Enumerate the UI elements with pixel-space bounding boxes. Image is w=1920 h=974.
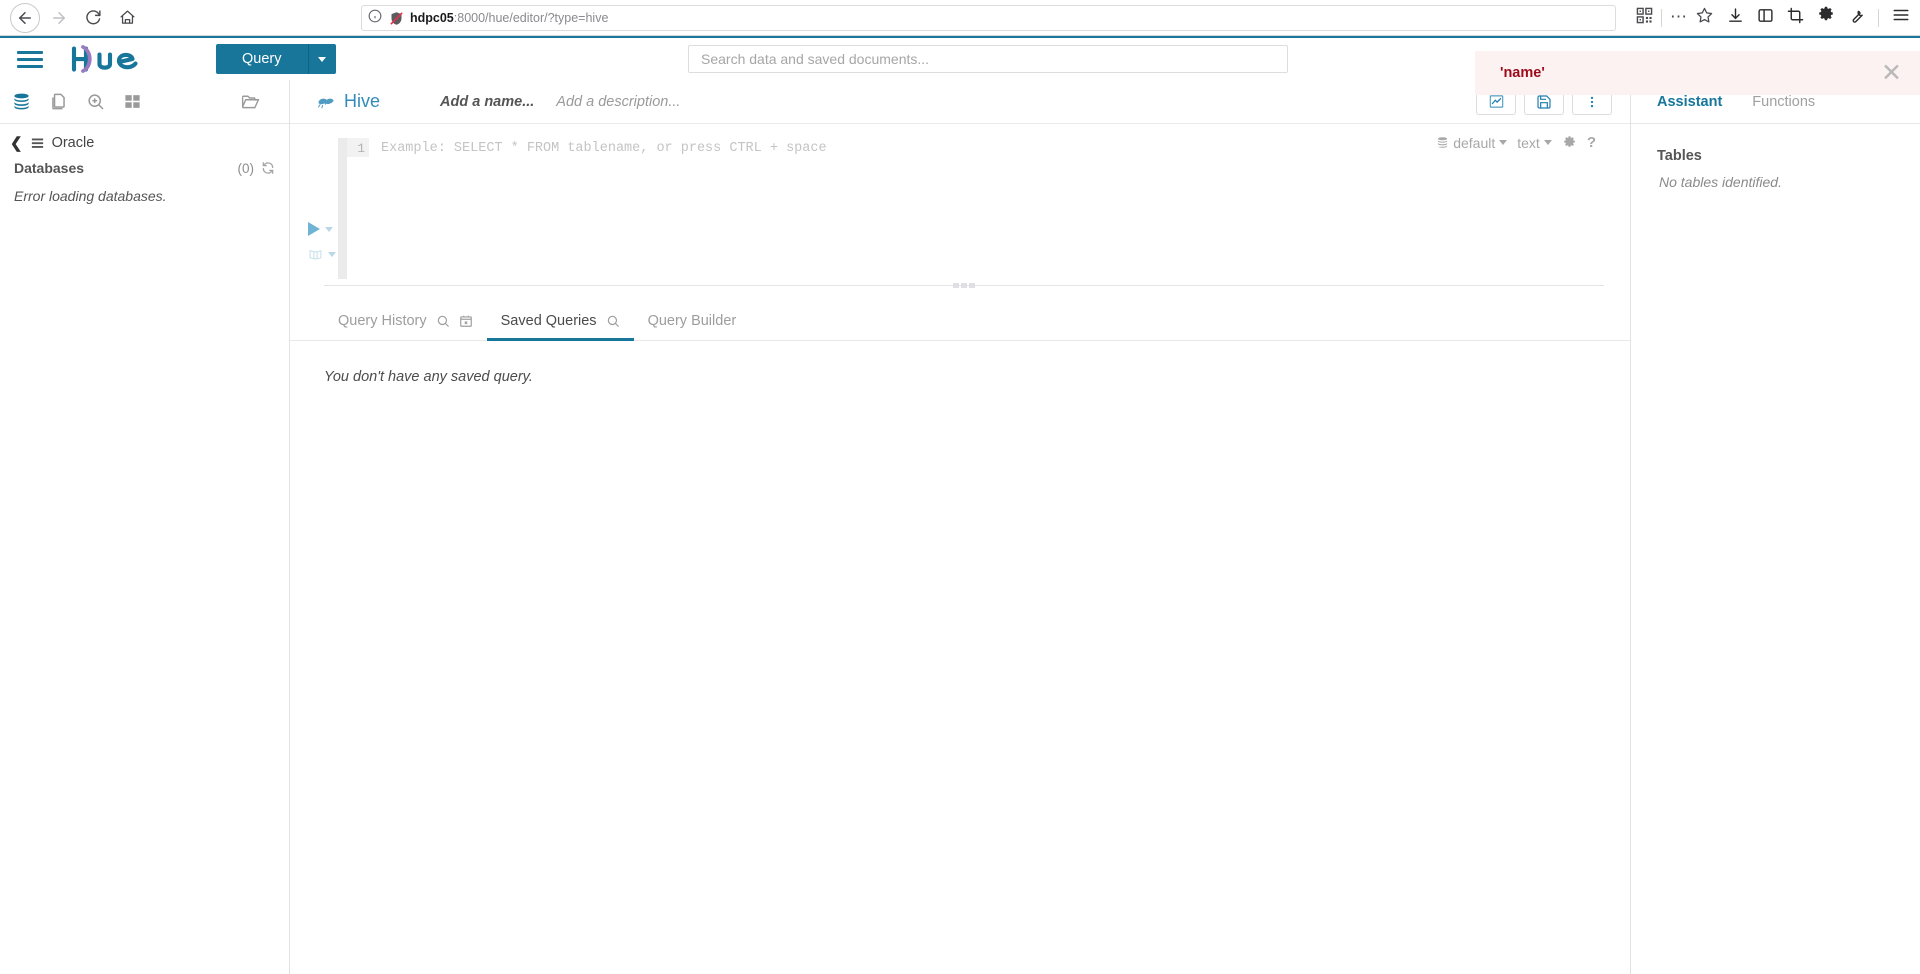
databases-count: (0)	[237, 160, 255, 176]
query-button-group: Query	[216, 44, 336, 74]
chevron-down-icon	[1499, 140, 1508, 145]
qr-code-icon[interactable]	[1636, 7, 1653, 29]
databases-label: Databases	[14, 160, 85, 176]
hue-logo[interactable]	[66, 44, 172, 74]
assist-breadcrumb[interactable]: ❮ Oracle	[0, 124, 289, 156]
databases-header: Databases (0)	[0, 156, 289, 180]
hive-icon	[316, 92, 336, 112]
assistant-tables-empty: No tables identified.	[1659, 174, 1782, 190]
chevron-down-icon	[328, 252, 336, 257]
database-small-icon	[1436, 136, 1449, 149]
tab-assistant[interactable]: Assistant	[1657, 94, 1722, 110]
tab-saved-queries-label: Saved Queries	[500, 313, 597, 329]
page-info-icon[interactable]	[368, 9, 382, 26]
chevron-left-icon[interactable]: ❮	[10, 134, 23, 152]
chevron-down-icon	[318, 56, 326, 62]
tracking-protection-icon[interactable]	[389, 11, 403, 25]
error-alert-message: 'name'	[1500, 65, 1545, 81]
database-selector-value: default	[1453, 134, 1496, 151]
tab-query-history[interactable]: Query History	[324, 313, 487, 340]
saved-queries-empty-message: You don't have any saved query.	[324, 369, 533, 385]
result-format-selector[interactable]: text	[1517, 135, 1552, 151]
folder-icon[interactable]	[240, 91, 261, 112]
database-icon[interactable]	[12, 92, 31, 111]
assist-source-name: Oracle	[51, 135, 95, 151]
editor-body: default text ? 1 Example: SELECT * FROM …	[290, 124, 1630, 385]
editor-app-name: Hive	[316, 91, 380, 112]
editor-run-gutter	[290, 138, 338, 279]
error-alert: 'name' ✕	[1475, 51, 1920, 95]
toolbar-divider	[1661, 8, 1662, 27]
address-bar[interactable]: hdpc05:8000/hue/editor/?type=hive	[154, 4, 1616, 31]
browser-forward-button[interactable]	[44, 3, 74, 33]
editor-settings-bar: default text ?	[1436, 134, 1596, 151]
assist-source-tabs	[0, 80, 289, 124]
query-dropdown-toggle[interactable]	[307, 44, 336, 74]
editor-settings-gear-icon[interactable]	[1562, 135, 1577, 150]
execute-query-button[interactable]	[308, 222, 338, 236]
browser-reload-button[interactable]	[78, 3, 108, 33]
tab-query-builder[interactable]: Query Builder	[634, 313, 751, 340]
url-host: hdpc05	[410, 10, 454, 25]
chevron-down-icon	[325, 226, 333, 232]
results-tabs: Query History Saved Queries Query Builde…	[290, 299, 1630, 341]
refresh-icon[interactable]	[261, 161, 275, 175]
editor-left-strip	[338, 138, 347, 279]
editor-help-icon[interactable]: ?	[1587, 134, 1596, 151]
tab-saved-queries[interactable]: Saved Queries	[486, 313, 634, 341]
query-description-input[interactable]: Add a description...	[556, 94, 680, 110]
browser-back-button[interactable]	[10, 2, 40, 33]
browser-toolbar: hdpc05:8000/hue/editor/?type=hive ⋯	[0, 0, 1920, 36]
editor-results-splitter[interactable]	[324, 283, 1604, 299]
main-content: ❮ Oracle Databases (0) Error loading dat…	[0, 80, 1920, 974]
search-icon[interactable]	[436, 314, 450, 328]
global-search-placeholder: Search data and saved documents...	[701, 51, 930, 67]
toolbar-divider-2	[1878, 8, 1879, 27]
url-text: hdpc05:8000/hue/editor/?type=hive	[410, 11, 608, 25]
editor-header: Hive Add a name... Add a description...	[290, 80, 1630, 124]
search-icon[interactable]	[606, 314, 620, 328]
chevron-down-icon	[1543, 140, 1552, 145]
code-editor[interactable]: 1 Example: SELECT * FROM tablename, or p…	[290, 124, 1630, 279]
hamburger-icon	[17, 47, 43, 72]
search-icon[interactable]	[86, 92, 105, 111]
query-name-input[interactable]: Add a name...	[440, 94, 534, 110]
query-button[interactable]: Query	[216, 44, 308, 74]
play-icon	[308, 222, 320, 236]
documents-icon[interactable]	[49, 92, 68, 111]
download-icon[interactable]	[1727, 7, 1744, 29]
drag-handle-icon[interactable]	[953, 283, 975, 288]
source-type-icon	[30, 136, 45, 151]
browser-home-button[interactable]	[112, 3, 142, 33]
wrench-icon[interactable]	[1848, 7, 1865, 29]
assistant-tables-title: Tables	[1657, 148, 1702, 164]
result-format-value: text	[1517, 134, 1540, 151]
tab-query-history-label: Query History	[338, 313, 427, 329]
database-selector[interactable]: default	[1436, 134, 1508, 151]
line-number: 1	[347, 138, 369, 157]
code-placeholder-text: Example: SELECT * FROM tablename, or pre…	[381, 141, 827, 156]
close-icon[interactable]: ✕	[1881, 60, 1902, 86]
right-assistant-panel: Assistant Functions Tables No tables ide…	[1630, 80, 1920, 974]
book-icon	[308, 248, 323, 261]
editor-text-area[interactable]: 1 Example: SELECT * FROM tablename, or p…	[347, 138, 1630, 279]
menu-icon[interactable]	[1892, 6, 1910, 29]
calendar-icon[interactable]	[459, 314, 473, 328]
star-icon[interactable]	[1696, 7, 1713, 29]
ellipsis-icon[interactable]: ⋯	[1670, 8, 1688, 25]
databases-error-message: Error loading databases.	[14, 188, 167, 204]
left-assist-panel: ❮ Oracle Databases (0) Error loading dat…	[0, 80, 290, 974]
tab-query-builder-label: Query Builder	[647, 313, 737, 329]
tab-functions[interactable]: Functions	[1752, 94, 1815, 110]
global-search-input[interactable]: Search data and saved documents...	[688, 45, 1288, 73]
main-menu-toggle[interactable]	[0, 37, 60, 81]
grid-icon[interactable]	[123, 92, 142, 111]
sidebar-icon[interactable]	[1757, 7, 1774, 29]
gear-icon[interactable]	[1817, 6, 1835, 29]
editor-column: Hive Add a name... Add a description...	[290, 80, 1630, 974]
url-path: :8000/hue/editor/?type=hive	[453, 10, 609, 25]
explain-query-button[interactable]	[308, 248, 338, 261]
editor-app-label: Hive	[344, 91, 381, 111]
crop-icon[interactable]	[1787, 7, 1804, 29]
